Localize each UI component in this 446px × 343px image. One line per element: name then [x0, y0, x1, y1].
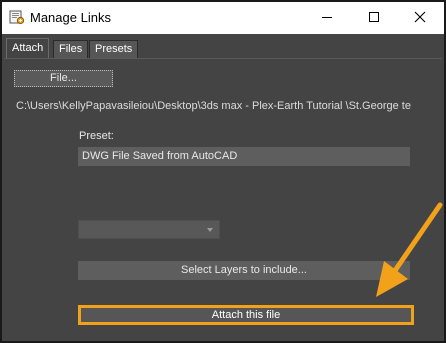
layer-dropdown[interactable]: [78, 220, 220, 239]
chevron-down-icon: [207, 228, 213, 232]
arrow-icon: [362, 197, 446, 307]
tab-divider: [4, 58, 442, 59]
file-path-text: C:\Users\KellyPapavasileiou\Desktop\3ds …: [16, 100, 411, 112]
window-title: Manage Links: [30, 10, 111, 25]
maximize-icon: [368, 11, 380, 26]
minimize-button[interactable]: [304, 2, 350, 34]
file-button[interactable]: File...: [14, 70, 113, 87]
tab-bar: Attach Files Presets: [2, 34, 444, 58]
manage-links-app-icon: [9, 9, 25, 25]
attach-file-button[interactable]: Attach this file: [78, 305, 414, 325]
tab-presets[interactable]: Presets: [89, 40, 139, 58]
title-bar[interactable]: Manage Links: [2, 2, 444, 34]
preset-field[interactable]: DWG File Saved from AutoCAD: [78, 147, 410, 166]
close-icon: [414, 11, 426, 26]
tab-attach[interactable]: Attach: [6, 38, 50, 58]
close-button[interactable]: [397, 2, 443, 34]
preset-label: Preset:: [79, 130, 114, 142]
minimize-icon: [321, 11, 333, 26]
manage-links-window: Manage Links Attach Files Presets File..…: [0, 0, 446, 343]
tab-files[interactable]: Files: [53, 40, 89, 58]
maximize-button[interactable]: [351, 2, 397, 34]
select-layers-button[interactable]: Select Layers to include...: [78, 261, 410, 280]
